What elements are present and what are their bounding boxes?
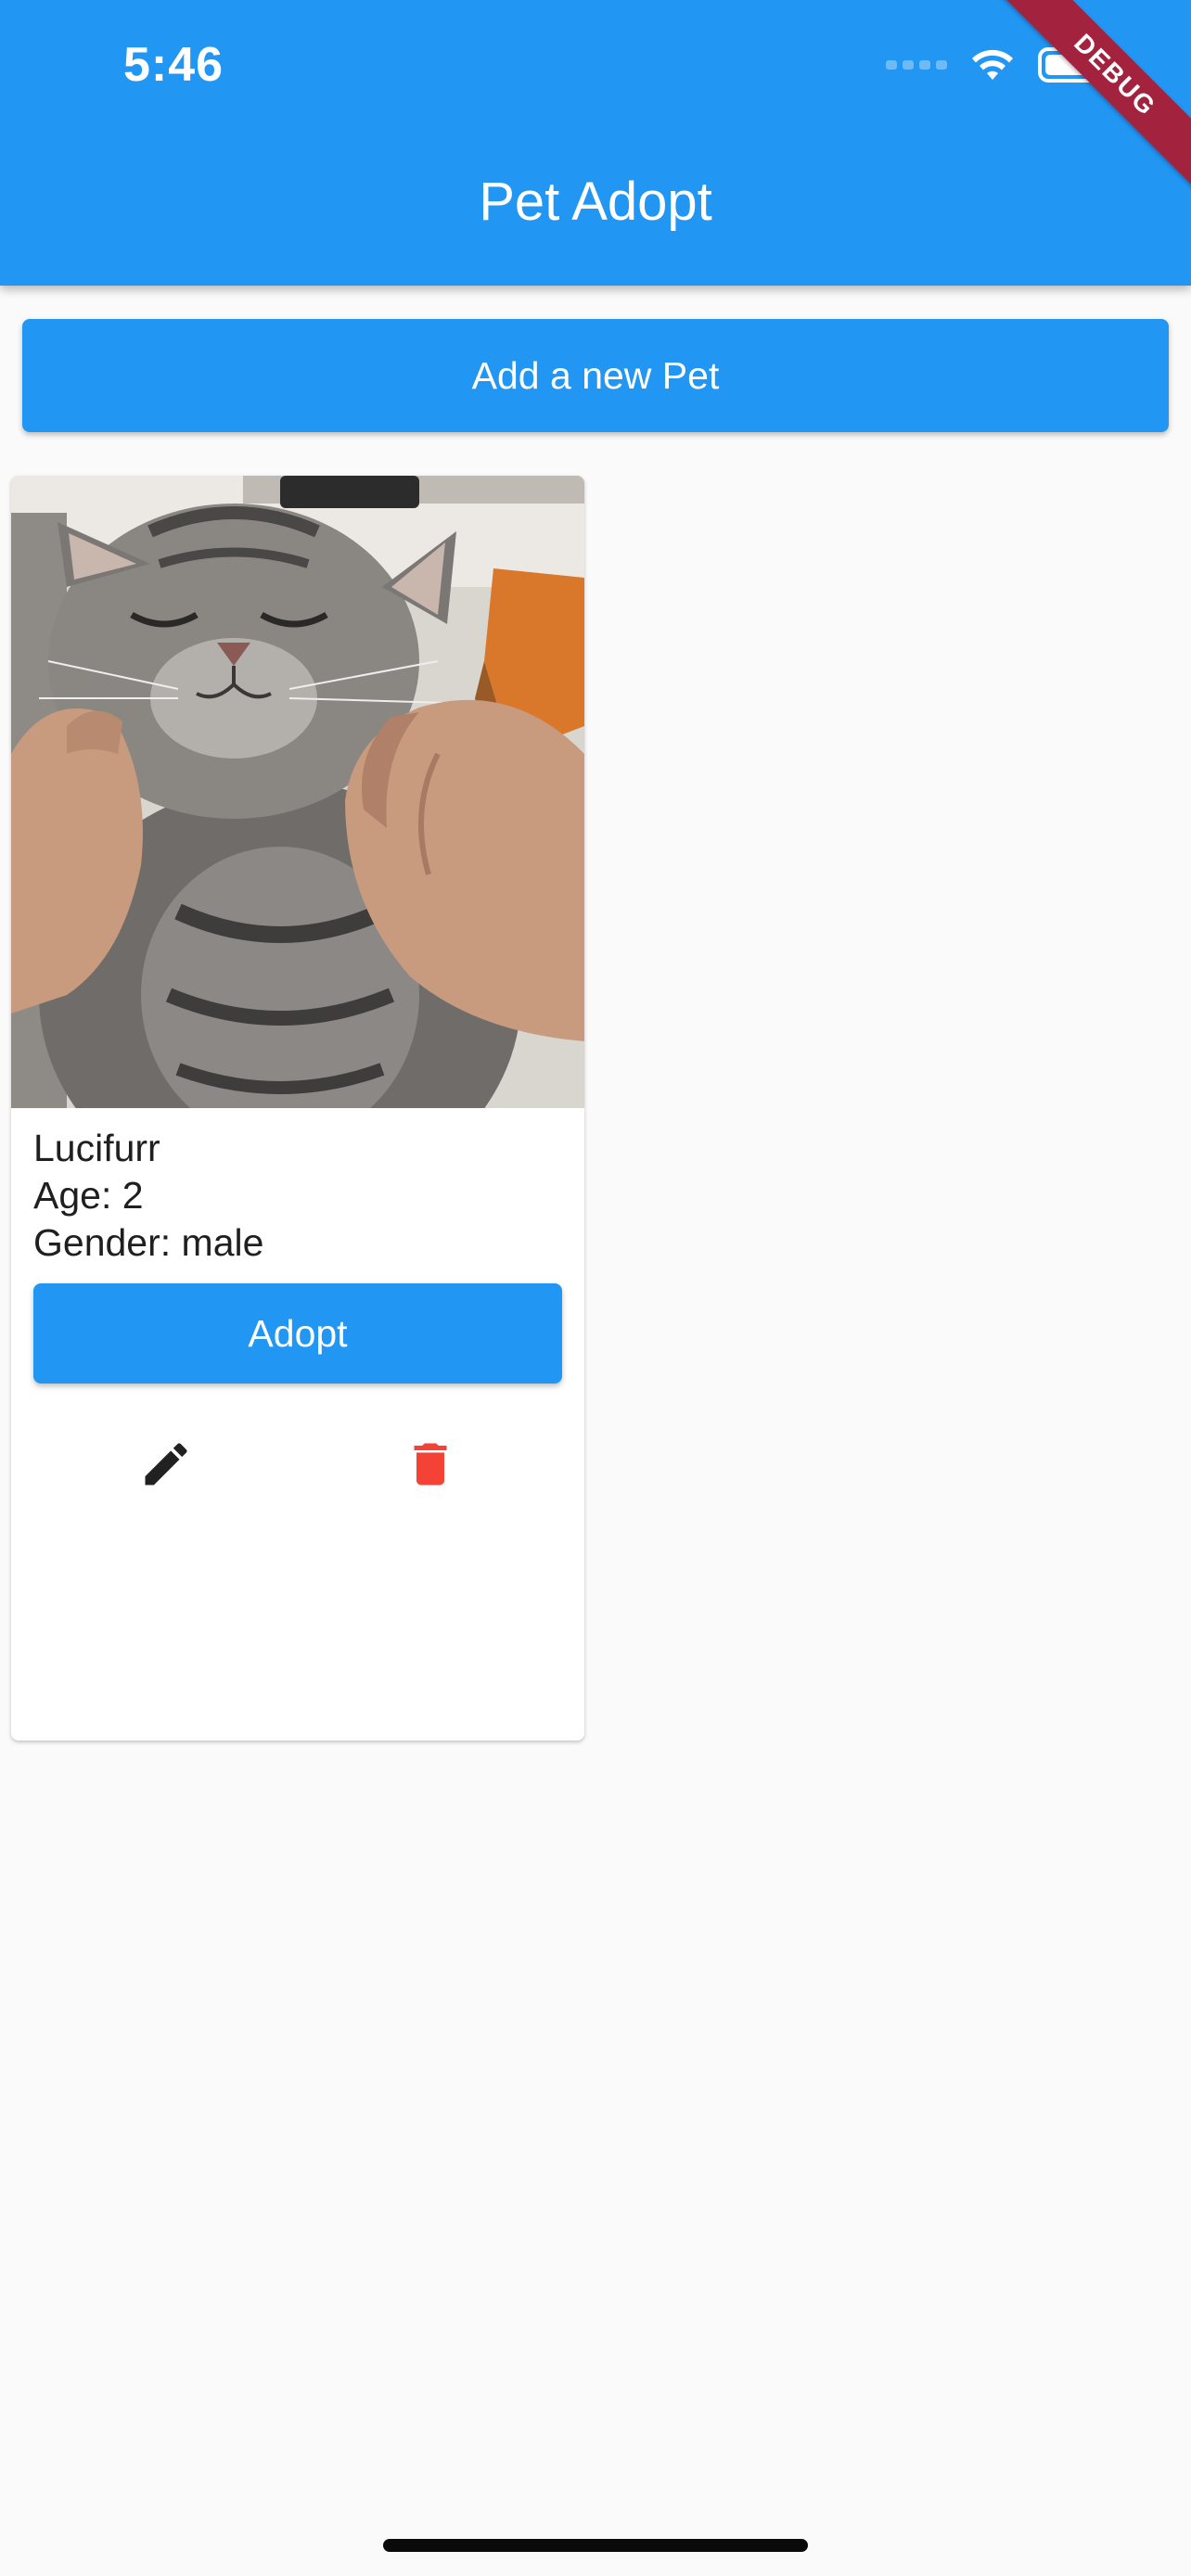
edit-pencil-icon[interactable] (134, 1432, 198, 1497)
pet-name: Lucifurr (33, 1127, 160, 1169)
home-indicator[interactable] (383, 2539, 808, 2552)
app-screen: 5:46 Pet Adopt DEBUG Add a new Pet Lucif… (0, 0, 1191, 2576)
pet-photo (11, 476, 584, 1108)
pet-gender: Gender: male (33, 1221, 264, 1264)
pet-age: Age: 2 (33, 1174, 144, 1217)
pet-card: Lucifurr Age: 2 Gender: male Adopt (11, 476, 584, 1741)
add-new-pet-button[interactable]: Add a new Pet (22, 319, 1169, 432)
page-title: Pet Adopt (479, 172, 712, 232)
cellular-signal-icon (886, 60, 947, 70)
app-bar: 5:46 Pet Adopt (0, 0, 1191, 286)
adopt-button[interactable]: Adopt (33, 1283, 562, 1384)
wifi-icon (972, 49, 1013, 80)
delete-trash-icon[interactable] (398, 1432, 463, 1497)
status-time: 5:46 (123, 38, 224, 92)
card-actions (33, 1432, 562, 1497)
pet-info: Lucifurr Age: 2 Gender: male Adopt (11, 1108, 584, 1497)
